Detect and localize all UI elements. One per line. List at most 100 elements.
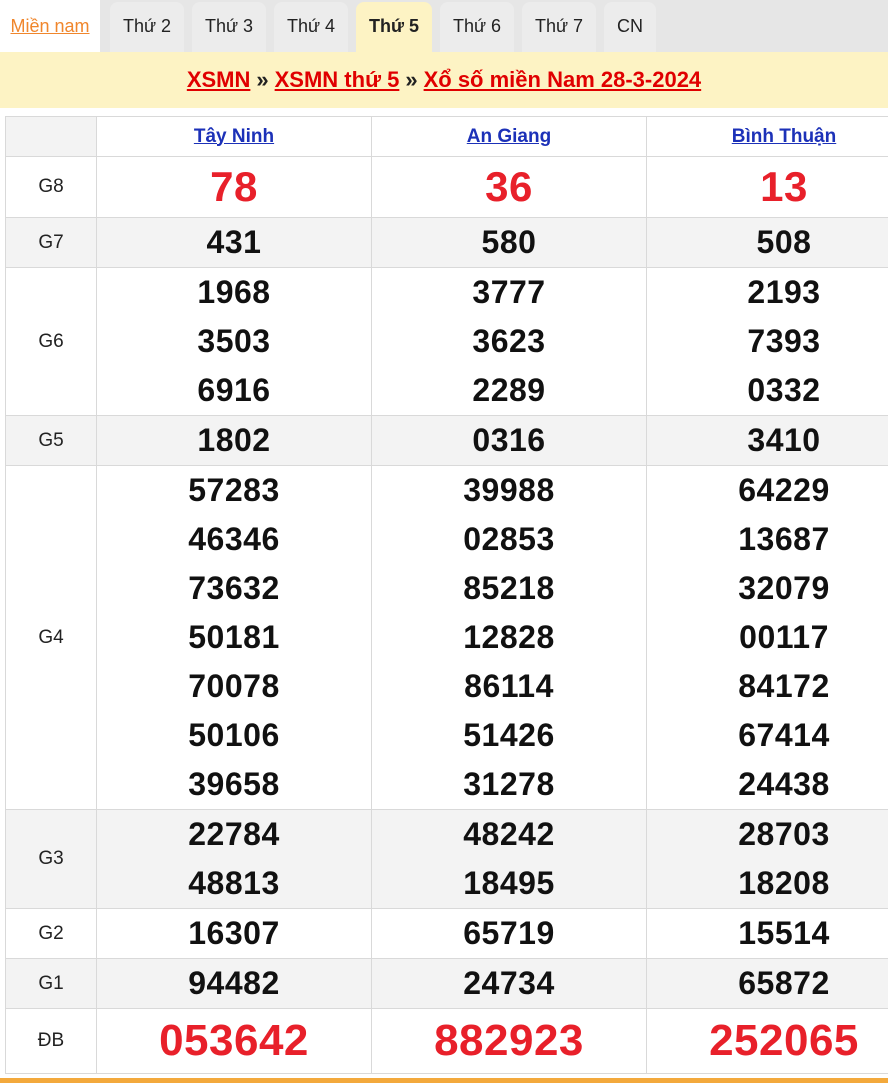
bottom-accent-bar [0, 1078, 888, 1083]
prize-number: 16307 [188, 915, 280, 951]
prize-cell: 1968 3503 6916 [96, 267, 372, 416]
prize-cell: 94482 [96, 958, 372, 1009]
breadcrumb-page-title-link[interactable]: Xổ số miền Nam 28-3-2024 [424, 67, 702, 92]
prize-cell: 1802 [96, 415, 372, 466]
lottery-results-table: Tây Ninh An Giang Bình Thuận G8 78 36 13 G7 4… [5, 116, 888, 1074]
prize-cell: 2193 7393 0332 [646, 267, 888, 416]
prize-number: 22784 [188, 816, 280, 852]
prize-number: 28703 [738, 816, 830, 852]
prize-cell: 65719 [371, 908, 647, 959]
day-tab-bar: Miền nam Thứ 2 Thứ 3 Thứ 4 Thứ 5 Thứ 6 T… [0, 0, 888, 52]
province-link-an-giang[interactable]: An Giang [467, 126, 551, 147]
province-header-row: Tây Ninh An Giang Bình Thuận [5, 116, 888, 157]
prize-number: 3503 [197, 323, 271, 359]
province-link-binh-thuan[interactable]: Bình Thuận [732, 126, 836, 147]
prize-number: 65872 [738, 965, 830, 1001]
prize-cell: 3410 [646, 415, 888, 466]
prize-number: 02853 [463, 521, 555, 557]
prize-label: G4 [5, 465, 97, 810]
prize-number: 18208 [738, 865, 830, 901]
prize-number: 36 [485, 163, 533, 210]
prize-number: 85218 [463, 570, 555, 606]
prize-cell: 36 [371, 156, 647, 218]
breadcrumb-xsmn-thu-5-link[interactable]: XSMN thứ 5 [275, 67, 400, 92]
prize-number: 39658 [188, 766, 280, 802]
prize-cell: 28703 18208 [646, 809, 888, 909]
prize-cell: 580 [371, 217, 647, 268]
prize-number: 67414 [738, 717, 830, 753]
prize-cell: 78 [96, 156, 372, 218]
prize-rows: G8 78 36 13 G7 431 580 508 G6 1968 3503 6916 3777 362… [5, 156, 888, 1074]
header-corner-cell [5, 116, 97, 157]
prize-number: 51426 [463, 717, 555, 753]
prize-number: 13 [760, 163, 808, 210]
tab-thu-2[interactable]: Thứ 2 [110, 2, 184, 52]
prize-number: 00117 [739, 619, 829, 655]
prize-number: 053642 [159, 1016, 309, 1065]
table-row: G2 16307 65719 15514 [5, 908, 888, 959]
prize-cell: 65872 [646, 958, 888, 1009]
tab-mien-nam[interactable]: Miền nam [0, 0, 100, 52]
prize-cell: 053642 [96, 1008, 372, 1074]
prize-number: 46346 [188, 521, 280, 557]
prize-cell: 16307 [96, 908, 372, 959]
prize-cell: 252065 [646, 1008, 888, 1074]
prize-number: 18495 [463, 865, 555, 901]
prize-label: G2 [5, 908, 97, 959]
prize-cell: 882923 [371, 1008, 647, 1074]
prize-number: 50106 [188, 717, 280, 753]
prize-number: 2193 [747, 274, 821, 310]
tab-cn[interactable]: CN [604, 2, 656, 52]
prize-number: 3623 [472, 323, 546, 359]
tab-thu-7[interactable]: Thứ 7 [522, 2, 596, 52]
prize-number: 94482 [188, 965, 280, 1001]
breadcrumb-xsmn-link[interactable]: XSMN [187, 67, 251, 92]
province-link-tay-ninh[interactable]: Tây Ninh [194, 126, 274, 147]
prize-number: 84172 [738, 668, 830, 704]
prize-number: 3410 [747, 422, 821, 458]
prize-cell: 39988 02853 85218 12828 86114 51426 31278 [371, 465, 647, 810]
prize-cell: 22784 48813 [96, 809, 372, 909]
tab-thu-3[interactable]: Thứ 3 [192, 2, 266, 52]
prize-number: 3777 [472, 274, 546, 310]
prize-cell: 13 [646, 156, 888, 218]
breadcrumb-separator: » [256, 67, 269, 92]
prize-number: 32079 [738, 570, 830, 606]
prize-label: ĐB [5, 1008, 97, 1074]
prize-number: 0316 [472, 422, 546, 458]
prize-number: 580 [481, 224, 537, 260]
prize-number: 7393 [747, 323, 821, 359]
prize-number: 65719 [463, 915, 555, 951]
prize-number: 1802 [197, 422, 271, 458]
prize-number: 78 [210, 163, 258, 210]
prize-cell: 15514 [646, 908, 888, 959]
table-row: G7 431 580 508 [5, 217, 888, 268]
prize-number: 24734 [463, 965, 555, 1001]
prize-number: 15514 [738, 915, 830, 951]
prize-cell: 431 [96, 217, 372, 268]
prize-label: G1 [5, 958, 97, 1009]
tab-thu-6[interactable]: Thứ 6 [440, 2, 514, 52]
prize-number: 39988 [463, 472, 555, 508]
prize-number: 70078 [188, 668, 280, 704]
prize-number: 48813 [188, 865, 280, 901]
tab-thu-5[interactable]: Thứ 5 [356, 2, 432, 52]
prize-number: 31278 [463, 766, 555, 802]
prize-number: 0332 [747, 372, 821, 408]
tab-thu-4[interactable]: Thứ 4 [274, 2, 348, 52]
prize-number: 508 [756, 224, 812, 260]
prize-number: 431 [206, 224, 262, 260]
prize-number: 2289 [472, 372, 546, 408]
province-cell: Bình Thuận [646, 116, 888, 157]
table-row: G4 57283 46346 73632 50181 70078 50106 39658 399… [5, 465, 888, 810]
prize-number: 86114 [464, 668, 554, 704]
prize-number: 1968 [197, 274, 271, 310]
prize-number: 48242 [463, 816, 555, 852]
prize-cell: 48242 18495 [371, 809, 647, 909]
prize-number: 6916 [197, 372, 271, 408]
prize-number: 252065 [709, 1016, 859, 1065]
prize-label: G3 [5, 809, 97, 909]
table-row: G6 1968 3503 6916 3777 3623 2289 2193 7393 0332 [5, 267, 888, 416]
prize-label: G6 [5, 267, 97, 416]
prize-label: G8 [5, 156, 97, 218]
